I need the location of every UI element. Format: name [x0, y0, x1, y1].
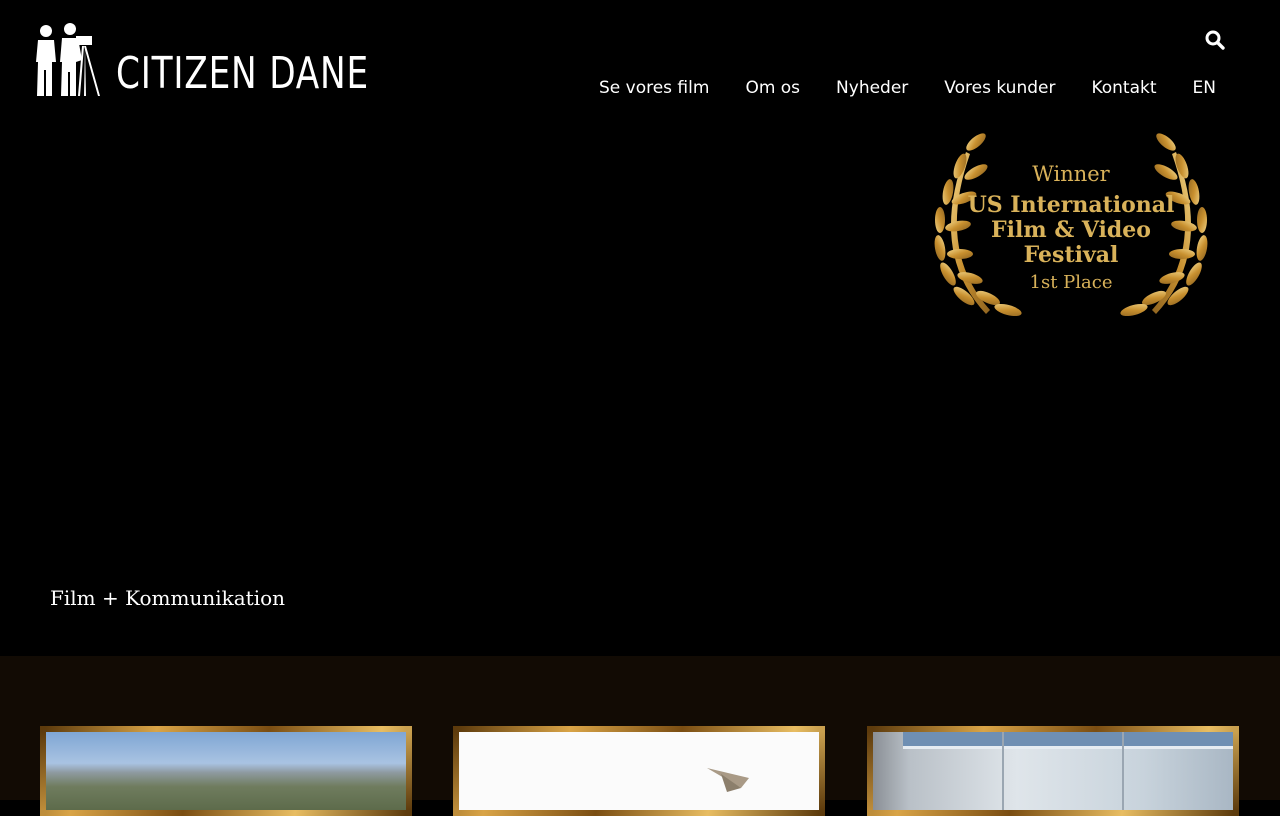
- award-festival-line2: Film & Video: [991, 217, 1151, 243]
- hero-section: CITIZEN DANE Se vores film Om os Nyheder…: [0, 0, 1280, 656]
- nav-item-vores-kunder[interactable]: Vores kunder: [944, 76, 1055, 100]
- award-place-label: 1st Place: [1029, 272, 1113, 293]
- film-card[interactable]: [867, 726, 1239, 816]
- film-thumbnail-landscape: [46, 732, 406, 810]
- nav-item-nyheder[interactable]: Nyheder: [836, 76, 908, 100]
- site-logo[interactable]: CITIZEN DANE: [34, 20, 368, 100]
- main-nav: Se vores film Om os Nyheder Vores kunder…: [563, 76, 1216, 100]
- nav-item-kontakt[interactable]: Kontakt: [1091, 76, 1156, 100]
- cameramen-logo-icon: [36, 23, 100, 96]
- nav-item-se-vores-film[interactable]: Se vores film: [599, 76, 709, 100]
- nav-item-om-os[interactable]: Om os: [745, 76, 800, 100]
- search-icon[interactable]: [1204, 29, 1226, 51]
- film-card[interactable]: [453, 726, 825, 816]
- film-thumbnail-office: [873, 732, 1233, 810]
- award-winner-label: Winner: [1032, 162, 1110, 186]
- award-festival-line3: Festival: [1023, 242, 1119, 268]
- film-thumbnail-paper-plane: [459, 732, 819, 810]
- film-card[interactable]: [40, 726, 412, 816]
- featured-films: [0, 656, 1280, 816]
- award-festival-line1: US International: [967, 192, 1175, 218]
- brand-name: CITIZEN DANE: [116, 48, 369, 99]
- award-badge: Winner US International Film & Video Fes…: [926, 132, 1216, 322]
- hero-tagline: Film + Kommunikation: [50, 586, 286, 610]
- nav-item-language-en[interactable]: EN: [1193, 76, 1216, 100]
